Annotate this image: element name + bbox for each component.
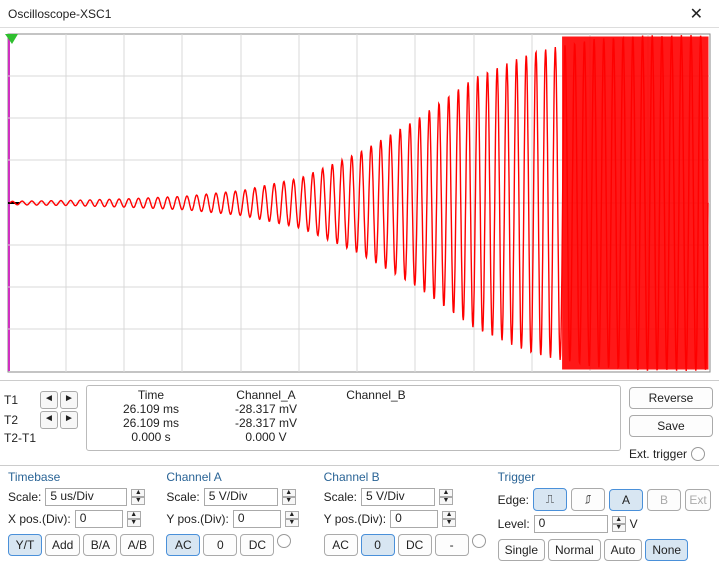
- chb-invert-button[interactable]: -: [435, 534, 469, 556]
- cha-jack-icon: [277, 534, 291, 548]
- timebase-scale-spinner[interactable]: ▲▼: [131, 489, 145, 505]
- level-input[interactable]: 0: [534, 515, 608, 533]
- channel-b-panel: Channel B Scale: 5 V/Div ▲▼ Y pos.(Div):…: [320, 468, 490, 563]
- chb-header: Channel B: [324, 470, 486, 484]
- t2-label: T2: [4, 413, 38, 427]
- channel-a-panel: Channel A Scale: 5 V/Div ▲▼ Y pos.(Div):…: [162, 468, 315, 563]
- chb-scale-label: Scale:: [324, 490, 357, 504]
- reverse-button[interactable]: Reverse: [629, 387, 713, 409]
- measurement-row: T1 ◄ ► T2 ◄ ► T2-T1 Time Channel_A Chann…: [0, 380, 719, 466]
- trigger-header: Trigger: [498, 470, 711, 484]
- timebase-scale-label: Scale:: [8, 490, 41, 504]
- timebase-panel: Timebase Scale: 5 us/Div ▲▼ X pos.(Div):…: [4, 468, 158, 563]
- scope-display: [0, 28, 719, 380]
- chb-jack-icon: [472, 534, 486, 548]
- trig-src-b-button[interactable]: B: [647, 489, 681, 511]
- cha-scale-label: Scale:: [166, 490, 199, 504]
- level-spinner[interactable]: ▲▼: [612, 516, 626, 532]
- cha-zero-button[interactable]: 0: [203, 534, 237, 556]
- level-unit: V: [630, 517, 638, 531]
- xpos-label: X pos.(Div):: [8, 512, 71, 526]
- cha-dc-button[interactable]: DC: [240, 534, 274, 556]
- diff-time: 0.000 s: [91, 430, 211, 444]
- titlebar: Oscilloscope-XSC1 ✕: [0, 0, 719, 28]
- cha-ac-button[interactable]: AC: [166, 534, 200, 556]
- cursor-controls: T1 ◄ ► T2 ◄ ► T2-T1: [4, 385, 78, 445]
- edge-label: Edge:: [498, 493, 529, 507]
- cha-ypos-spinner[interactable]: ▲▼: [285, 511, 299, 527]
- trig-normal-button[interactable]: Normal: [548, 539, 601, 561]
- control-panel: T1 ◄ ► T2 ◄ ► T2-T1 Time Channel_A Chann…: [0, 380, 719, 570]
- chb-ypos-label: Y pos.(Div):: [324, 512, 386, 526]
- timebase-scale-input[interactable]: 5 us/Div: [45, 488, 127, 506]
- t2-right-button[interactable]: ►: [60, 411, 78, 429]
- ba-button[interactable]: B/A: [83, 534, 117, 556]
- cha-ypos-input[interactable]: 0: [233, 510, 281, 528]
- t1-label: T1: [4, 393, 38, 407]
- t1-time: 26.109 ms: [91, 402, 211, 416]
- ab-button[interactable]: A/B: [120, 534, 154, 556]
- chb-ac-button[interactable]: AC: [324, 534, 358, 556]
- chb-zero-button[interactable]: 0: [361, 534, 395, 556]
- yt-button[interactable]: Y/T: [8, 534, 42, 556]
- add-button[interactable]: Add: [45, 534, 80, 556]
- diff-cha: 0.000 V: [211, 430, 321, 444]
- trigger-panel: Trigger Edge: ⎍ ⎎ A B Ext Level: 0 ▲▼ V …: [494, 468, 715, 563]
- cha-header: Channel A: [166, 470, 311, 484]
- t1-left-button[interactable]: ◄: [40, 391, 58, 409]
- chb-dc-button[interactable]: DC: [398, 534, 432, 556]
- col-time: Time: [91, 388, 211, 402]
- chb-scale-input[interactable]: 5 V/Div: [361, 488, 435, 506]
- measurement-readout: Time Channel_A Channel_B 26.109 ms -28.3…: [86, 385, 621, 451]
- trig-auto-button[interactable]: Auto: [604, 539, 643, 561]
- window-title: Oscilloscope-XSC1: [8, 7, 682, 21]
- col-channel-a: Channel_A: [211, 388, 321, 402]
- col-channel-b: Channel_B: [321, 388, 431, 402]
- t2-t1-label: T2-T1: [4, 431, 38, 445]
- trig-none-button[interactable]: None: [645, 539, 688, 561]
- xpos-input[interactable]: 0: [75, 510, 123, 528]
- save-button[interactable]: Save: [629, 415, 713, 437]
- chb-ypos-input[interactable]: 0: [390, 510, 438, 528]
- t1-right-button[interactable]: ►: [60, 391, 78, 409]
- timebase-header: Timebase: [8, 470, 154, 484]
- t2-time: 26.109 ms: [91, 416, 211, 430]
- ext-trigger-jack-icon: [691, 447, 705, 461]
- close-icon[interactable]: ✕: [682, 2, 711, 26]
- t1-cha: -28.317 mV: [211, 402, 321, 416]
- edge-rising-button[interactable]: ⎍: [533, 488, 567, 511]
- t2-left-button[interactable]: ◄: [40, 411, 58, 429]
- cha-scale-spinner[interactable]: ▲▼: [282, 489, 296, 505]
- edge-falling-button[interactable]: ⎎: [571, 488, 605, 511]
- ext-trigger-label: Ext. trigger: [629, 447, 687, 461]
- trig-single-button[interactable]: Single: [498, 539, 545, 561]
- level-label: Level:: [498, 517, 530, 531]
- cha-scale-input[interactable]: 5 V/Div: [204, 488, 278, 506]
- trig-src-ext-button[interactable]: Ext: [685, 489, 711, 511]
- cha-ypos-label: Y pos.(Div):: [166, 512, 228, 526]
- xpos-spinner[interactable]: ▲▼: [127, 511, 141, 527]
- t2-cha: -28.317 mV: [211, 416, 321, 430]
- chb-ypos-spinner[interactable]: ▲▼: [442, 511, 456, 527]
- chb-scale-spinner[interactable]: ▲▼: [439, 489, 453, 505]
- trig-src-a-button[interactable]: A: [609, 489, 643, 511]
- scope-canvas: [0, 28, 719, 380]
